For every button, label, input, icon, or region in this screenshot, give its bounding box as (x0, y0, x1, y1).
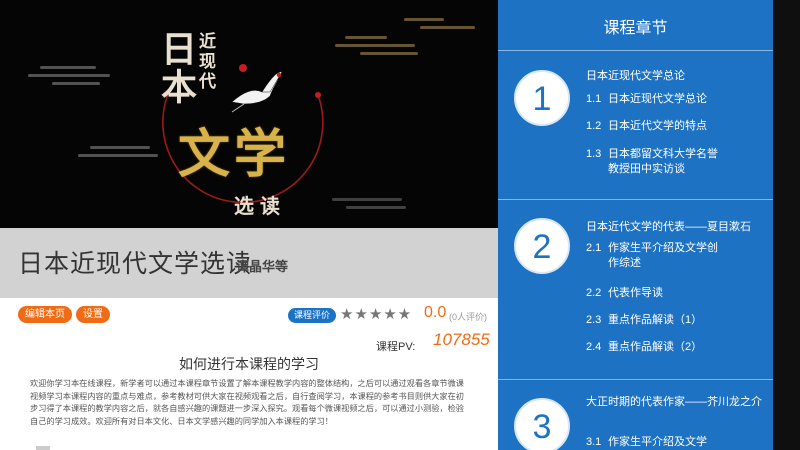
divider (498, 50, 773, 51)
section-number: 2.3 (586, 314, 602, 326)
section-link[interactable]: 1.2 日本近代文学的特点 (586, 119, 758, 134)
chapter-number-badge: 1 (514, 70, 570, 126)
scrollbar-thumb[interactable] (36, 446, 50, 450)
course-evaluation-button[interactable]: 课程评价 (288, 308, 337, 323)
banner-title-wen-xue: 文学 (178, 124, 291, 185)
section-number: 2.4 (586, 341, 602, 353)
section-label: 作家生平介绍及文学 (608, 436, 707, 448)
banner-title-jin-xian-dai: 近现代 (195, 32, 215, 92)
divider (498, 379, 773, 380)
section-link[interactable]: 2.3 重点作品解读（1） (586, 313, 758, 328)
chapter-title[interactable]: 大正时期的代表作家——芥川龙之介 (586, 395, 762, 410)
section-link[interactable]: 1.3 日本都留文科大学名誉教授田中实访谈 (586, 147, 720, 177)
ring-dot (239, 64, 247, 72)
chapter-panel-title: 课程章节 (603, 20, 668, 37)
section-label: 代表作导读 (608, 287, 663, 299)
page-views-label: 课程PV: (376, 341, 416, 353)
crane-icon (231, 71, 283, 113)
howto-text: 欢迎你学习本在线课程，新学者可以通过本课程章节设置了解本课程教学内容的整体结构，… (30, 379, 464, 426)
settings-button[interactable]: 设置 (76, 306, 110, 323)
banner-title-xuan-du: 选读 (234, 194, 286, 218)
section-number: 2.1 (586, 242, 602, 254)
section-link[interactable]: 2.4 重点作品解读（2） (586, 340, 758, 355)
section-link[interactable]: 2.2 代表作导读 (586, 286, 758, 301)
cloud-pattern (335, 18, 475, 55)
section-number: 1.1 (586, 93, 602, 105)
rating-count: (0人评价) (449, 312, 487, 322)
section-label: 作家生平介绍及文学创作综述 (608, 242, 718, 269)
banner-title-ri-ben: 日本 (155, 30, 197, 106)
chapter-number-badge: 3 (514, 398, 570, 450)
rating-score: 0.0 (424, 304, 447, 321)
chapter-title[interactable]: 日本近代文学的代表——夏目漱石 (586, 218, 751, 234)
page-views-value: 107855 (433, 330, 490, 349)
divider (498, 199, 773, 200)
section-label: 重点作品解读（2） (608, 341, 703, 353)
section-link[interactable]: 2.1 作家生平介绍及文学创作综述 (586, 241, 718, 271)
chapter-panel: 课程章节 1 日本近现代文学总论 1.1 日本近现代文学总论 1.2 日本近代文… (498, 0, 773, 450)
section-label: 日本近代文学的特点 (608, 120, 707, 132)
rating-stars[interactable]: ★★★★★ (340, 305, 412, 323)
course-banner: 日本 近现代 文学 选读 (0, 0, 498, 228)
section-number: 1.3 (586, 148, 602, 160)
course-teacher: 谭晶华等 (236, 259, 289, 274)
chapter-number-badge: 2 (514, 218, 570, 274)
section-label: 日本近现代文学总论 (608, 93, 707, 105)
right-edge-strip (773, 0, 800, 450)
section-link[interactable]: 3.1 作家生平介绍及文学 (586, 435, 758, 450)
section-link[interactable]: 1.1 日本近现代文学总论 (586, 92, 758, 107)
chapter-title[interactable]: 日本近现代文学总论 (586, 67, 685, 83)
section-label: 日本都留文科大学名誉教授田中实访谈 (608, 148, 718, 175)
section-number: 3.1 (586, 436, 602, 448)
section-label: 重点作品解读（1） (608, 314, 703, 326)
edit-page-button[interactable]: 编辑本页 (18, 306, 72, 323)
ring-dot-2 (315, 92, 321, 98)
section-number: 2.2 (586, 287, 602, 299)
section-number: 1.2 (586, 120, 602, 132)
course-title: 日本近现代文学选读 (18, 250, 253, 278)
howto-heading: 如何进行本课程的学习 (179, 356, 319, 372)
course-title-bar: 日本近现代文学选读 谭晶华等 (0, 228, 498, 298)
